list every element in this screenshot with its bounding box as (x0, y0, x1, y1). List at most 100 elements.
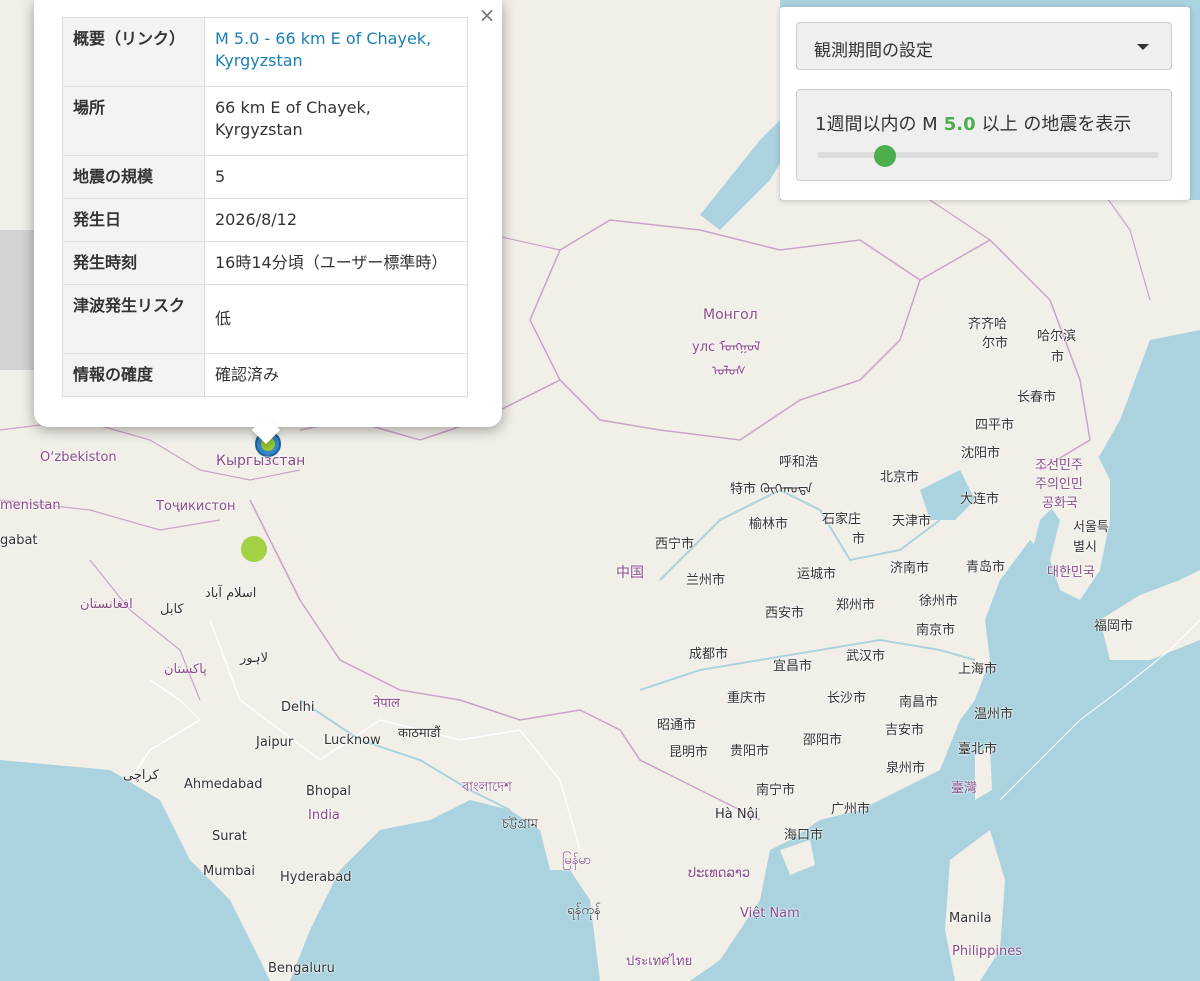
row-value-location: 66 km E of Chayek, Kyrgyzstan (204, 86, 468, 156)
label-pakistan: پاکستان (164, 662, 207, 677)
magnitude-slider-handle[interactable] (874, 145, 897, 167)
label-kyrgyzstan: Кыргызстан (216, 453, 306, 469)
label-siping: 四平市 (975, 418, 1015, 433)
summary-link[interactable]: M 5.0 - 66 km E of Chayek, Kyrgyzstan (215, 29, 431, 70)
label-nanjing: 南京市 (916, 623, 956, 638)
label-mongolia-3: ᠤᠯᠤᠰ (712, 364, 746, 379)
table-row: 発生時刻 16時14分頃（ユーザー標準時） (62, 241, 468, 285)
popup-close-button[interactable]: × (477, 4, 497, 26)
label-myanmar: မြန်မာ (562, 853, 592, 868)
row-value-summary: M 5.0 - 66 km E of Chayek, Kyrgyzstan (204, 17, 468, 87)
label-qiqihar-2: 尔市 (982, 336, 1009, 351)
label-shijiazhuang: 石家庄 (822, 512, 862, 527)
row-label-location: 場所 (62, 86, 205, 156)
label-karachi: کراچی (123, 768, 159, 783)
chevron-down-icon (1137, 44, 1149, 50)
label-jian: 吉安市 (885, 723, 925, 738)
label-wenzhou: 温州市 (974, 707, 1014, 722)
row-label-summary: 概要（リンク） (62, 17, 205, 87)
label-tianjin: 天津市 (892, 514, 932, 529)
label-hyderabad: Hyderabad (280, 870, 352, 885)
label-afghanistan: افغانستان (80, 597, 133, 612)
earthquake-info-table: 概要（リンク） M 5.0 - 66 km E of Chayek, Kyrgy… (62, 17, 468, 397)
label-changsha: 长沙市 (827, 691, 867, 706)
magnitude-slider-track[interactable] (817, 152, 1159, 158)
label-changchun: 长春市 (1017, 390, 1057, 405)
label-guangzhou: 广州市 (831, 802, 871, 817)
table-row: 津波発生リスク 低 (62, 284, 468, 354)
label-north-korea: 조선민주 (1035, 458, 1083, 473)
label-guiyang: 贵阳市 (730, 744, 770, 759)
table-row: 場所 66 km E of Chayek, Kyrgyzstan (62, 86, 468, 156)
label-ashgabat: gabat (0, 533, 38, 548)
row-value-tsunami: 低 (204, 284, 468, 354)
label-kabul: کابل (160, 602, 184, 617)
label-yangon: ရန်ကုန် (567, 903, 601, 918)
label-laos: ປະເທດລາວ (688, 866, 751, 881)
label-quanzhou: 泉州市 (886, 761, 926, 776)
label-delhi: Delhi (281, 700, 315, 715)
label-qingdao: 青岛市 (966, 560, 1006, 575)
period-dropdown-label: 観測期間の設定 (814, 41, 933, 61)
label-vietnam: Việt Nam (740, 906, 800, 921)
label-tajikistan: Тоҷикистон (156, 499, 236, 514)
label-shenyang: 沈阳市 (961, 446, 1001, 461)
label-nanchang: 南昌市 (899, 695, 939, 710)
label-shijiazhuang-2: 市 (852, 532, 866, 547)
label-hanoi: Hà Nội (715, 807, 759, 822)
label-xian: 西安市 (765, 606, 805, 621)
label-chengdu: 成都市 (689, 647, 729, 662)
label-jaipur: Jaipur (256, 735, 294, 750)
label-wuhan: 武汉市 (846, 649, 886, 664)
label-xuzhou: 徐州市 (919, 594, 959, 609)
label-north-korea-3: 공화국 (1042, 496, 1078, 511)
label-yulin: 榆林市 (749, 517, 789, 532)
label-zhaotong: 昭通市 (657, 718, 697, 733)
label-manila: Manila (949, 911, 992, 926)
label-fukuoka: 福岡市 (1094, 619, 1134, 634)
label-haikou: 海口市 (784, 828, 824, 843)
label-chongqing: 重庆市 (727, 691, 767, 706)
label-lanzhou: 兰州市 (686, 573, 726, 588)
label-seoul: 서울특 (1073, 520, 1109, 535)
label-lucknow: Lucknow (324, 733, 381, 748)
label-jinan: 济南市 (890, 561, 930, 576)
row-value-certainty: 確認済み (204, 353, 468, 397)
label-philippines: Philippines (952, 944, 1023, 959)
label-harbin-2: 市 (1051, 350, 1065, 365)
label-harbin: 哈尔滨 (1037, 329, 1077, 344)
row-label-certainty: 情報の確度 (62, 353, 205, 397)
period-dropdown[interactable]: 観測期間の設定 (796, 22, 1172, 70)
label-bengaluru: Bengaluru (268, 961, 335, 976)
label-dalian: 大连市 (960, 492, 1000, 507)
control-panel: 観測期間の設定 1週間以内の M 5.0 以上 の地震を表示 (780, 7, 1190, 200)
label-uzbekistan: Oʻzbekiston (40, 450, 117, 465)
label-south-korea: 대한민국 (1047, 565, 1095, 580)
row-value-time: 16時14分頃（ユーザー標準時） (204, 241, 468, 285)
row-value-magnitude: 5 (204, 155, 468, 199)
filter-prefix: 1週間以内の M (815, 114, 938, 135)
label-thailand: ประเทศไทย (626, 954, 693, 969)
row-value-date: 2026/8/12 (204, 198, 468, 242)
row-label-tsunami: 津波発生リスク (62, 284, 205, 354)
filter-suffix: 以上 の地震を表示 (981, 114, 1132, 135)
label-nepal: नेपाल (373, 696, 400, 711)
label-mongolia: Монгол (703, 307, 758, 323)
label-zhengzhou: 郑州市 (836, 598, 876, 613)
table-row: 情報の確度 確認済み (62, 353, 468, 397)
earthquake-marker[interactable] (241, 536, 267, 562)
label-india: India (308, 808, 340, 823)
table-row: 発生日 2026/8/12 (62, 198, 468, 242)
label-bangladesh: বাংলাদেশ (462, 780, 512, 795)
row-label-time: 発生時刻 (62, 241, 205, 285)
label-yuncheng: 运城市 (797, 567, 837, 582)
magnitude-filter: 1週間以内の M 5.0 以上 の地震を表示 (796, 89, 1172, 181)
label-china: 中国 (616, 565, 644, 581)
label-qiqihar: 齐齐哈 (968, 317, 1008, 332)
table-row: 地震の規模 5 (62, 155, 468, 199)
table-row: 概要（リンク） M 5.0 - 66 km E of Chayek, Kyrgy… (62, 17, 468, 87)
label-hohhot: 呼和浩 (779, 455, 819, 470)
label-chattogram: চট্টগ্রাম (502, 817, 538, 832)
label-turkmenistan: menistan (0, 498, 61, 513)
label-hohhot-2: 特市 ᠬᠥᠬᠡᠬᠣᠲᠠ (730, 482, 813, 497)
